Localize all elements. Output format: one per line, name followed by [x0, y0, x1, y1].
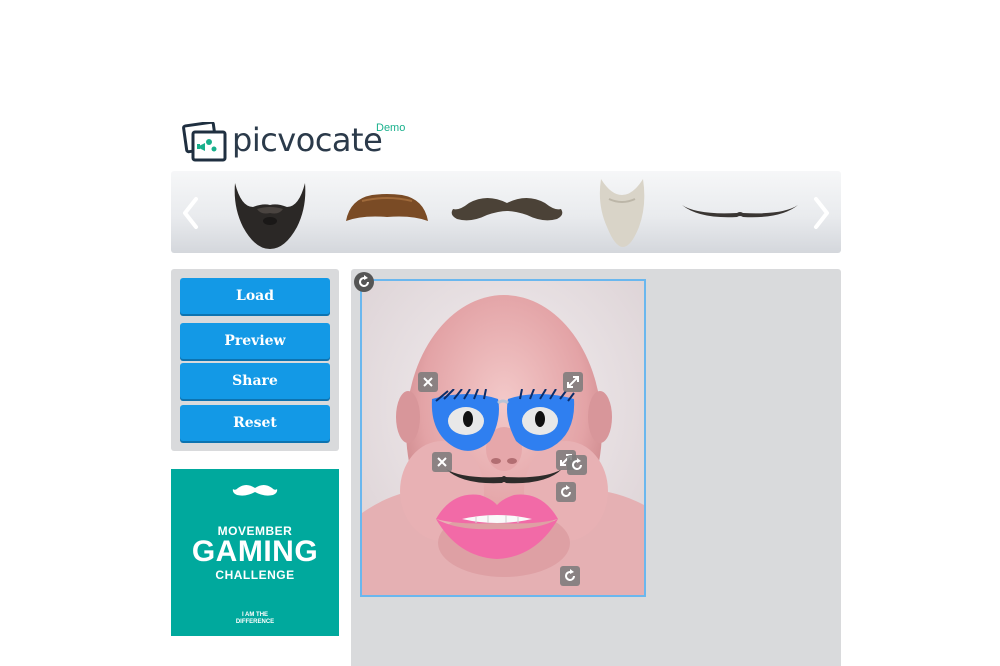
ad-title-gaming: GAMING	[191, 535, 319, 568]
remove-icon[interactable]	[418, 372, 438, 392]
glasses-sticker[interactable]	[428, 389, 578, 459]
handlebar-mustache-option[interactable]	[447, 189, 567, 229]
app-name: picvocate	[232, 121, 383, 159]
ad-title-challenge: CHALLENGE	[215, 568, 295, 582]
full-beard-option[interactable]	[229, 177, 311, 251]
action-panel: Load Preview Share Reset	[171, 269, 339, 451]
movember-ad[interactable]: MOVEMBER GAMING CHALLENGE I AM THE DIFFE…	[171, 469, 339, 636]
preview-button[interactable]: Preview	[180, 323, 330, 359]
mustache-icon	[232, 485, 278, 496]
thin-long-mustache-option[interactable]	[679, 197, 801, 225]
lips-sticker[interactable]	[432, 485, 562, 561]
demo-badge: Demo	[376, 122, 406, 134]
load-button[interactable]: Load	[180, 278, 330, 314]
ad-tagline: I AM THE DIFFERENCE	[235, 612, 275, 625]
white-goatee-option[interactable]	[593, 175, 651, 251]
rotate-icon[interactable]	[354, 272, 374, 292]
sticker-carousel	[171, 171, 841, 253]
remove-icon[interactable]	[432, 452, 452, 472]
rotate-icon[interactable]	[567, 455, 587, 475]
reset-button[interactable]: Reset	[180, 405, 330, 441]
share-button[interactable]: Share	[180, 363, 330, 399]
chevron-right-icon[interactable]	[807, 193, 835, 233]
photo-frame[interactable]	[360, 279, 646, 597]
rotate-icon[interactable]	[560, 566, 580, 586]
rotate-icon[interactable]	[556, 482, 576, 502]
chevron-left-icon[interactable]	[177, 193, 205, 233]
resize-icon[interactable]	[563, 372, 583, 392]
brush-mustache-option[interactable]	[342, 189, 432, 229]
logo-photo-icon	[182, 122, 227, 162]
